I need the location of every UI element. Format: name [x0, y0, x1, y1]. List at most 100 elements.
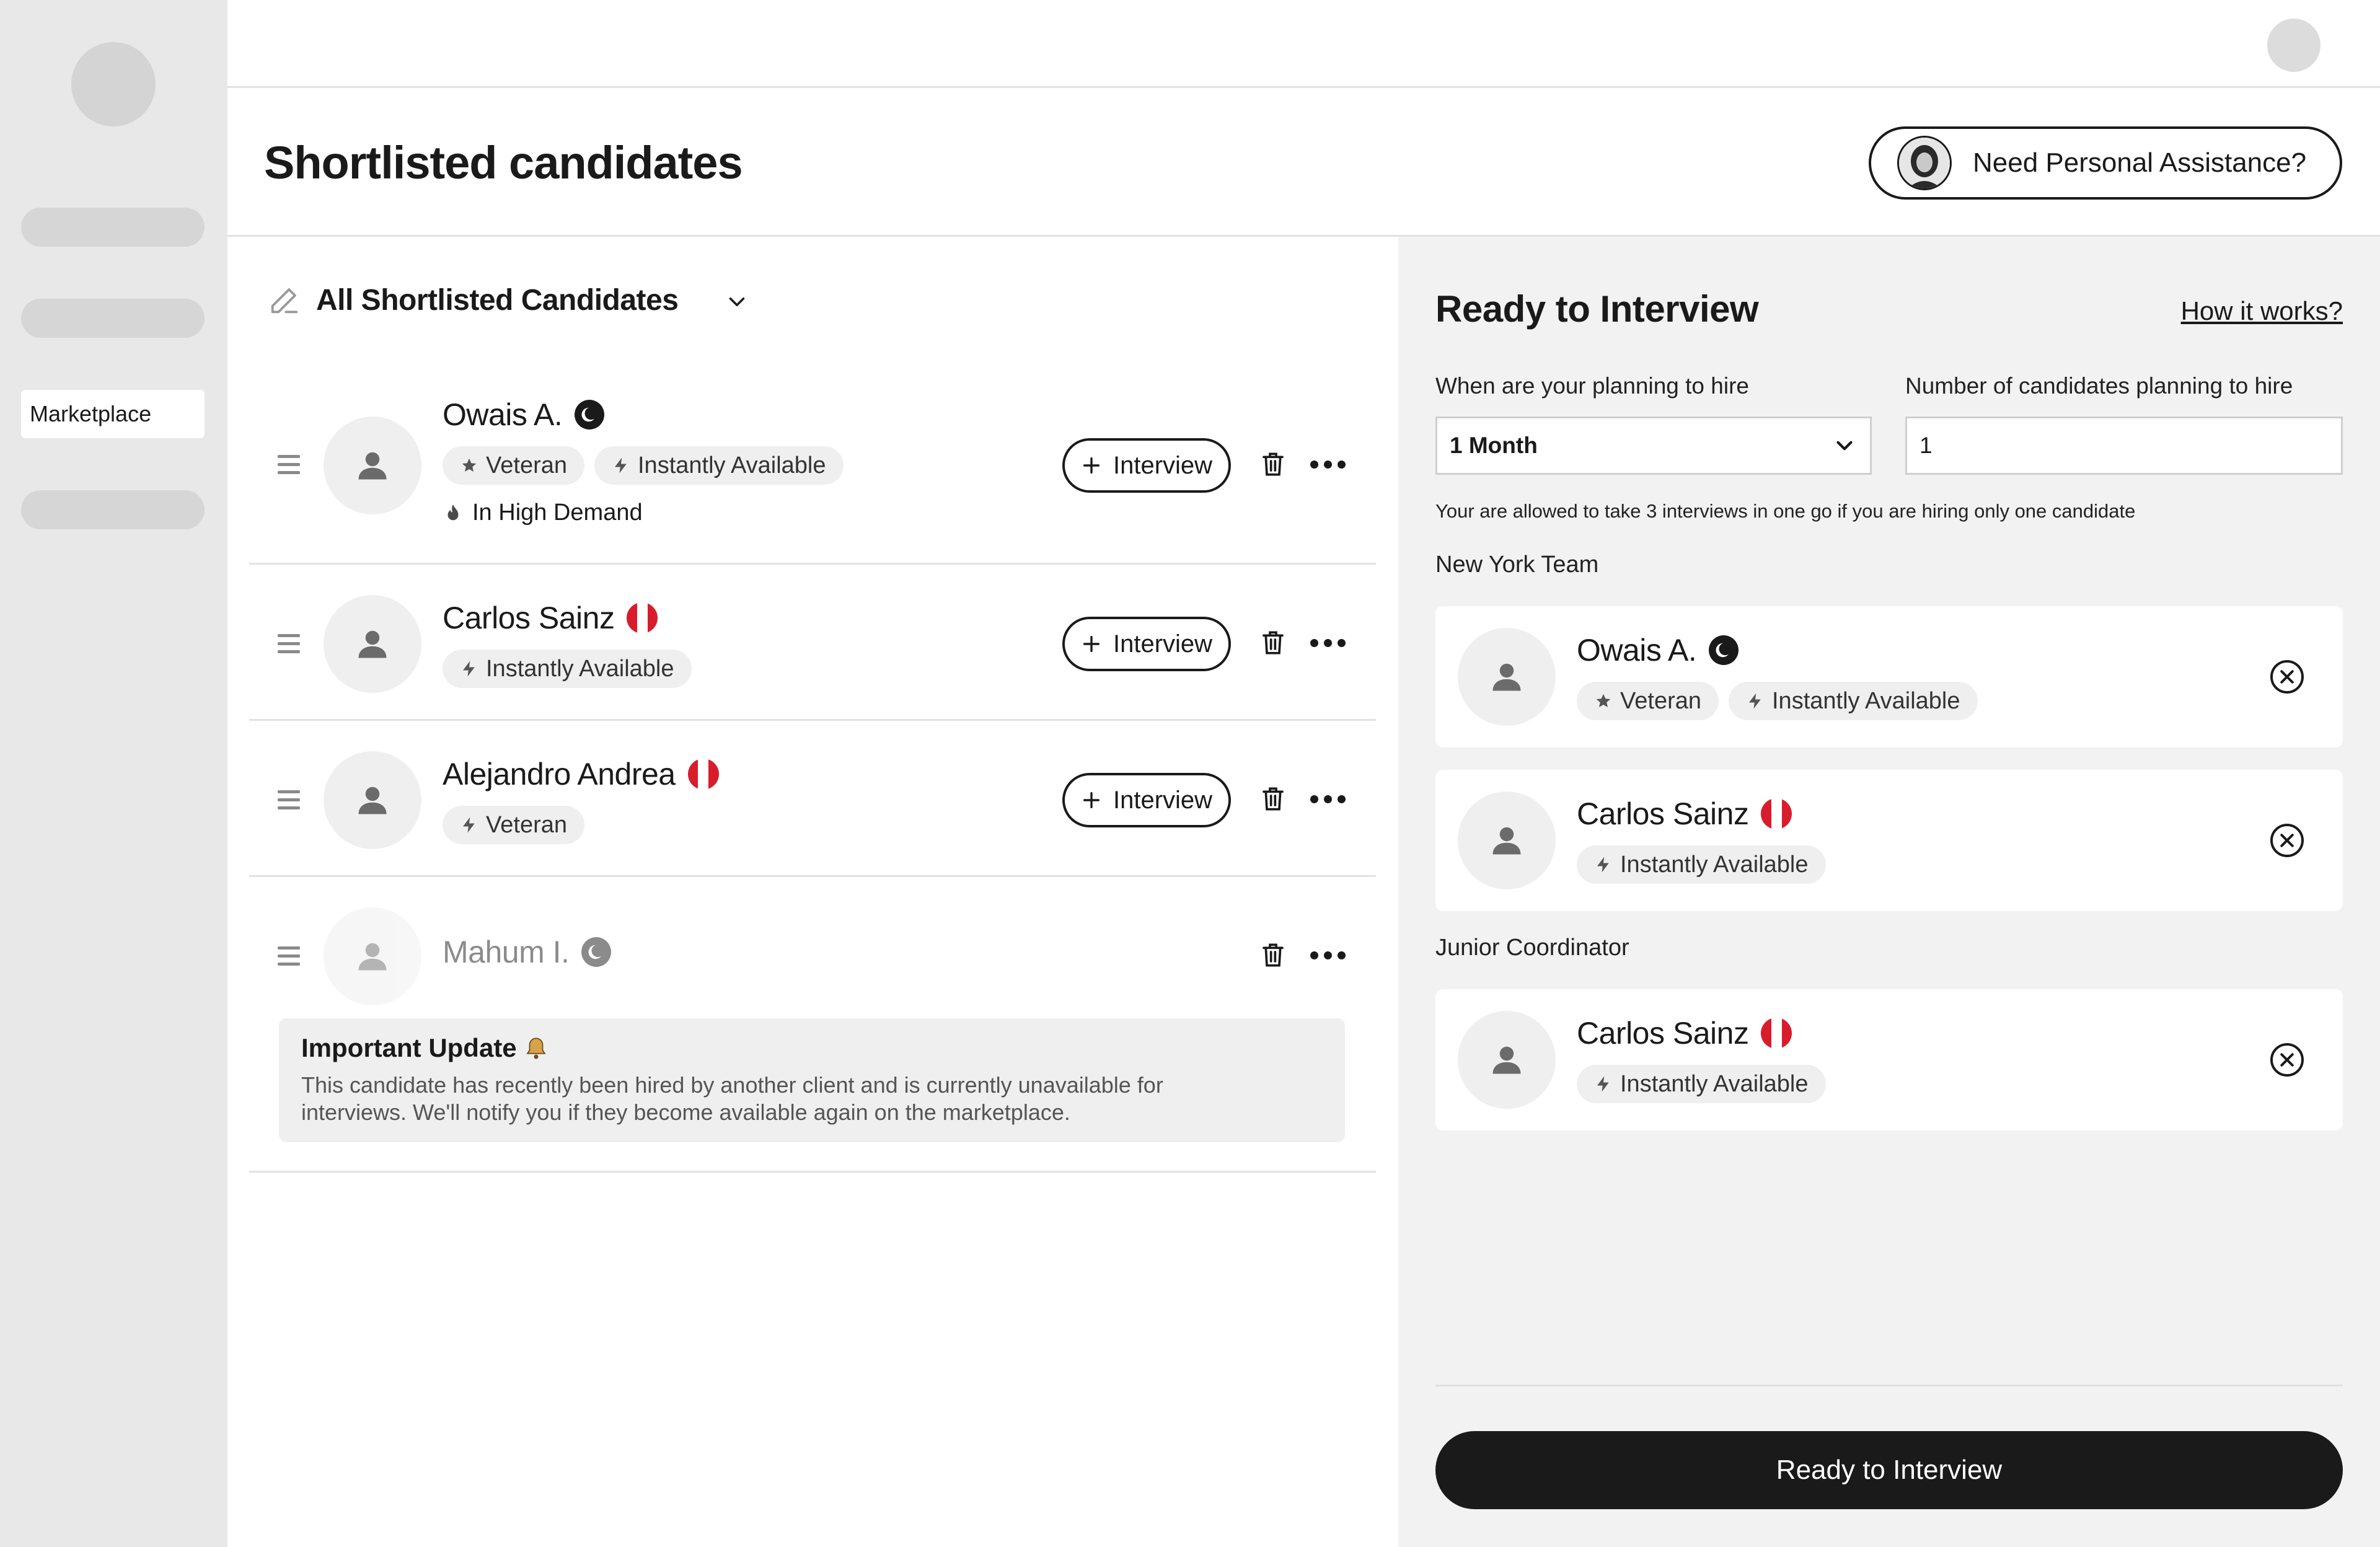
candidate-name: Owais A.: [1577, 632, 1739, 668]
peru-flag-icon: [1761, 798, 1792, 829]
assistant-avatar: [1897, 136, 1952, 190]
star-icon: [1596, 694, 1611, 707]
hire-time-label: When are your planning to hire: [1435, 373, 1749, 399]
update-title-text: Important Update: [301, 1033, 517, 1062]
tag-instantly-available: Instantly Available: [443, 650, 692, 688]
candidate-row: Owais A. Veteran Instantly Available In …: [249, 372, 1376, 565]
top-bar: [227, 0, 2380, 88]
candidate-name[interactable]: Carlos Sainz: [443, 600, 658, 636]
ready-to-interview-panel: Ready to Interview How it works? When ar…: [1398, 237, 2380, 1547]
tag-list: Instantly Available: [1577, 1065, 1826, 1103]
lightning-icon: [1597, 1076, 1609, 1092]
more-options-icon[interactable]: [1310, 461, 1346, 469]
candidate-name-text: Carlos Sainz: [443, 601, 615, 635]
bell-icon: [526, 1038, 546, 1059]
page-title: Shortlisted candidates: [264, 137, 743, 188]
country-flag-icon: [581, 937, 612, 967]
tag-instantly-available: Instantly Available: [1577, 845, 1826, 884]
lightning-icon: [463, 661, 475, 677]
hire-time-select[interactable]: 1 Month: [1435, 416, 1872, 475]
sidebar-item-placeholder[interactable]: [21, 299, 205, 338]
selected-candidate-card: Carlos Sainz Instantly Available: [1435, 770, 2343, 911]
personal-assistance-button[interactable]: Need Personal Assistance?: [1869, 126, 2342, 200]
edit-pencil-icon[interactable]: [267, 282, 302, 318]
group-name: Junior Coordinator: [1435, 935, 1629, 961]
drag-handle-icon[interactable]: [278, 790, 300, 814]
interview-button[interactable]: Interview: [1062, 773, 1231, 827]
interview-label: Interview: [1113, 630, 1213, 658]
candidate-name: Carlos Sainz: [1577, 796, 1792, 832]
country-flag-icon: [1709, 635, 1739, 665]
sidebar-item-placeholder[interactable]: [21, 208, 205, 247]
tag-veteran: Veteran: [1577, 682, 1719, 720]
candidate-row: Alejandro Andrea Veteran Interview: [249, 721, 1376, 877]
chevron-down-icon[interactable]: [724, 289, 750, 315]
tag-label: Veteran: [486, 452, 567, 478]
candidate-name-text: Carlos Sainz: [1577, 796, 1749, 831]
drag-handle-icon[interactable]: [278, 455, 300, 479]
fire-icon: [447, 504, 459, 520]
interview-limit-note: Your are allowed to take 3 interviews in…: [1435, 500, 2136, 522]
interview-button[interactable]: Interview: [1062, 617, 1231, 671]
trash-icon[interactable]: [1261, 451, 1285, 478]
divider: [1435, 1385, 2343, 1386]
trash-icon[interactable]: [1261, 785, 1285, 813]
avatar: [324, 751, 421, 849]
hire-time-value: 1 Month: [1450, 433, 1538, 458]
peru-flag-icon: [627, 602, 658, 633]
avatar: [324, 595, 421, 693]
candidate-name[interactable]: Owais A.: [443, 397, 605, 433]
sidebar-item-marketplace[interactable]: Marketplace: [21, 390, 205, 438]
interview-label: Interview: [1113, 451, 1213, 479]
avatar: [1458, 628, 1556, 726]
group-name: New York Team: [1435, 552, 1599, 578]
tag-label: Instantly Available: [1620, 1070, 1809, 1097]
tag-list: Veteran Instantly Available: [443, 446, 844, 485]
tag-label: Instantly Available: [638, 452, 826, 478]
remove-circle-x-icon[interactable]: [2268, 658, 2306, 695]
tag-instantly-available: Instantly Available: [1729, 682, 1978, 720]
trash-icon[interactable]: [1261, 941, 1285, 969]
sidebar-item-placeholder[interactable]: [21, 490, 205, 529]
avatar: [1458, 791, 1556, 889]
lightning-icon: [615, 457, 627, 474]
tag-label: Instantly Available: [486, 655, 674, 682]
more-options-icon[interactable]: [1310, 639, 1346, 647]
candidate-name[interactable]: Alejandro Andrea: [443, 756, 719, 792]
more-options-icon[interactable]: [1310, 795, 1346, 803]
high-demand-badge: In High Demand: [443, 500, 643, 526]
more-options-icon[interactable]: [1310, 951, 1346, 959]
shortlist-selector[interactable]: All Shortlisted Candidates: [267, 282, 679, 318]
candidate-name-text: Owais A.: [443, 397, 563, 432]
candidate-name-text: Alejandro Andrea: [443, 757, 676, 791]
panel-title: Ready to Interview: [1435, 288, 1759, 330]
tag-veteran: Veteran: [443, 806, 584, 844]
sidebar: Marketplace: [0, 0, 227, 1547]
tag-list: Instantly Available: [443, 650, 692, 688]
update-message: This candidate has recently been hired b…: [301, 1072, 1163, 1125]
how-it-works-link[interactable]: How it works?: [2181, 296, 2343, 326]
remove-circle-x-icon[interactable]: [2268, 1041, 2306, 1078]
logo-placeholder: [71, 42, 156, 126]
tag-instantly-available: Instantly Available: [594, 446, 844, 485]
tag-list: Instantly Available: [1577, 845, 1826, 884]
avatar: [324, 907, 421, 1005]
drag-handle-icon[interactable]: [278, 946, 300, 971]
drag-handle-icon[interactable]: [278, 634, 300, 658]
interview-button[interactable]: Interview: [1062, 438, 1231, 493]
lightning-icon: [1597, 857, 1609, 873]
ready-to-interview-button[interactable]: Ready to Interview: [1435, 1431, 2343, 1509]
tag-list: Veteran: [443, 806, 584, 844]
star-icon: [462, 458, 477, 472]
interview-label: Interview: [1113, 786, 1213, 814]
candidate-name[interactable]: Mahum I.: [443, 934, 612, 970]
hire-count-input[interactable]: 1: [1905, 416, 2343, 475]
tag-list: Veteran Instantly Available: [1577, 682, 1978, 720]
user-avatar[interactable]: [2267, 19, 2320, 72]
peru-flag-icon: [1761, 1018, 1792, 1049]
avatar: [324, 416, 421, 514]
update-title: Important Update: [301, 1033, 1323, 1063]
remove-circle-x-icon[interactable]: [2268, 822, 2306, 859]
selected-candidate-card: Owais A. Veteran Instantly Available: [1435, 606, 2343, 747]
trash-icon[interactable]: [1261, 629, 1285, 656]
